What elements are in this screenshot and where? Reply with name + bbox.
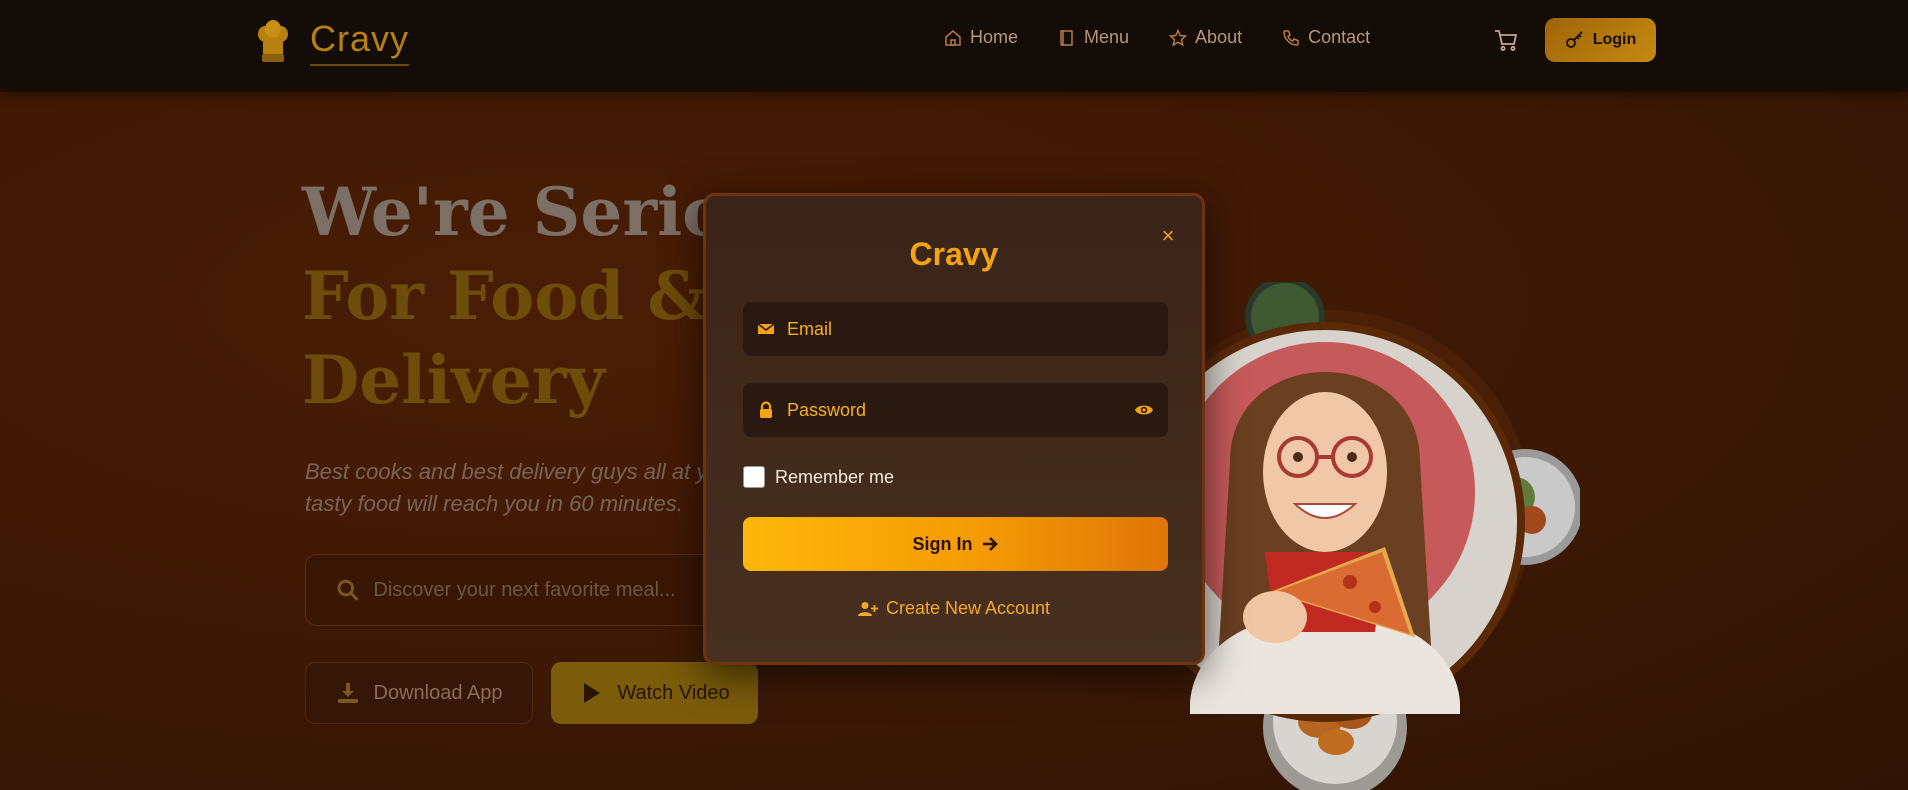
remember-me-row: Remember me bbox=[743, 466, 894, 488]
brand-name: Cravy bbox=[310, 18, 410, 66]
create-account-link[interactable]: Create New Account bbox=[706, 598, 1202, 619]
download-app-button[interactable]: Download App bbox=[305, 662, 533, 724]
hero-search-box[interactable] bbox=[305, 554, 725, 626]
lock-icon bbox=[760, 401, 772, 418]
nav-link-about[interactable]: About bbox=[1169, 27, 1242, 48]
nav-link-menu[interactable]: Menu bbox=[1058, 27, 1129, 48]
phone-icon bbox=[1283, 29, 1299, 46]
sign-in-label: Sign In bbox=[912, 533, 973, 554]
brand[interactable]: Cravy bbox=[256, 18, 410, 66]
book-icon bbox=[1060, 29, 1073, 46]
user-plus-icon bbox=[857, 601, 878, 616]
download-icon bbox=[337, 683, 358, 703]
login-button-label: Login bbox=[1592, 31, 1637, 48]
search-icon bbox=[337, 579, 359, 601]
login-button[interactable]: Login bbox=[1545, 18, 1656, 62]
create-account-label: Create New Account bbox=[885, 598, 1051, 618]
watch-video-button[interactable]: Watch Video bbox=[551, 662, 758, 724]
cart-icon[interactable] bbox=[1493, 27, 1519, 53]
nav-link-menu-label: Menu bbox=[1084, 27, 1130, 47]
key-icon bbox=[1565, 31, 1583, 48]
watch-video-label: Watch Video bbox=[617, 681, 730, 704]
hero-subtitle: Best cooks and best delivery guys all at… bbox=[305, 459, 720, 516]
hero-title-line-2: For Food & bbox=[302, 257, 708, 335]
password-field[interactable] bbox=[743, 383, 1168, 437]
play-icon bbox=[584, 683, 601, 703]
modal-title: Cravy bbox=[909, 236, 999, 272]
download-app-label: Download App bbox=[373, 681, 503, 704]
hero-illustration bbox=[1160, 282, 1580, 790]
envelope-icon bbox=[757, 323, 775, 334]
eye-icon[interactable] bbox=[1134, 401, 1154, 419]
sign-in-button[interactable]: Sign In bbox=[743, 517, 1168, 571]
nav-link-contact[interactable]: Contact bbox=[1282, 27, 1370, 48]
hero-title-line-1: We're Serio bbox=[302, 173, 727, 251]
remember-me-label: Remember me bbox=[775, 466, 895, 487]
hero-title-line-3: Delivery bbox=[302, 341, 605, 419]
password-input[interactable] bbox=[787, 399, 1107, 421]
nav-link-about-label: About bbox=[1195, 27, 1243, 47]
chef-hat-icon bbox=[258, 20, 288, 62]
nav-link-home-label: Home bbox=[970, 27, 1019, 47]
login-modal: × Cravy Remember me Sign In Creat bbox=[703, 193, 1205, 665]
star-icon bbox=[1169, 28, 1188, 47]
email-field[interactable] bbox=[743, 302, 1168, 356]
nav-link-contact-label: Contact bbox=[1308, 27, 1371, 47]
email-input[interactable] bbox=[787, 318, 1107, 340]
remember-me-checkbox[interactable] bbox=[743, 466, 765, 488]
nav-links: Home Menu About Contact bbox=[944, 27, 1410, 48]
nav-link-home[interactable]: Home bbox=[944, 27, 1018, 48]
hero-title: We're Serio For Food & Delivery bbox=[302, 170, 726, 422]
arrow-right-icon bbox=[982, 537, 998, 551]
navbar: Cravy Home Menu About Contact Login bbox=[0, 0, 1908, 88]
hero-search-input[interactable] bbox=[373, 578, 724, 602]
home-icon bbox=[945, 29, 961, 46]
